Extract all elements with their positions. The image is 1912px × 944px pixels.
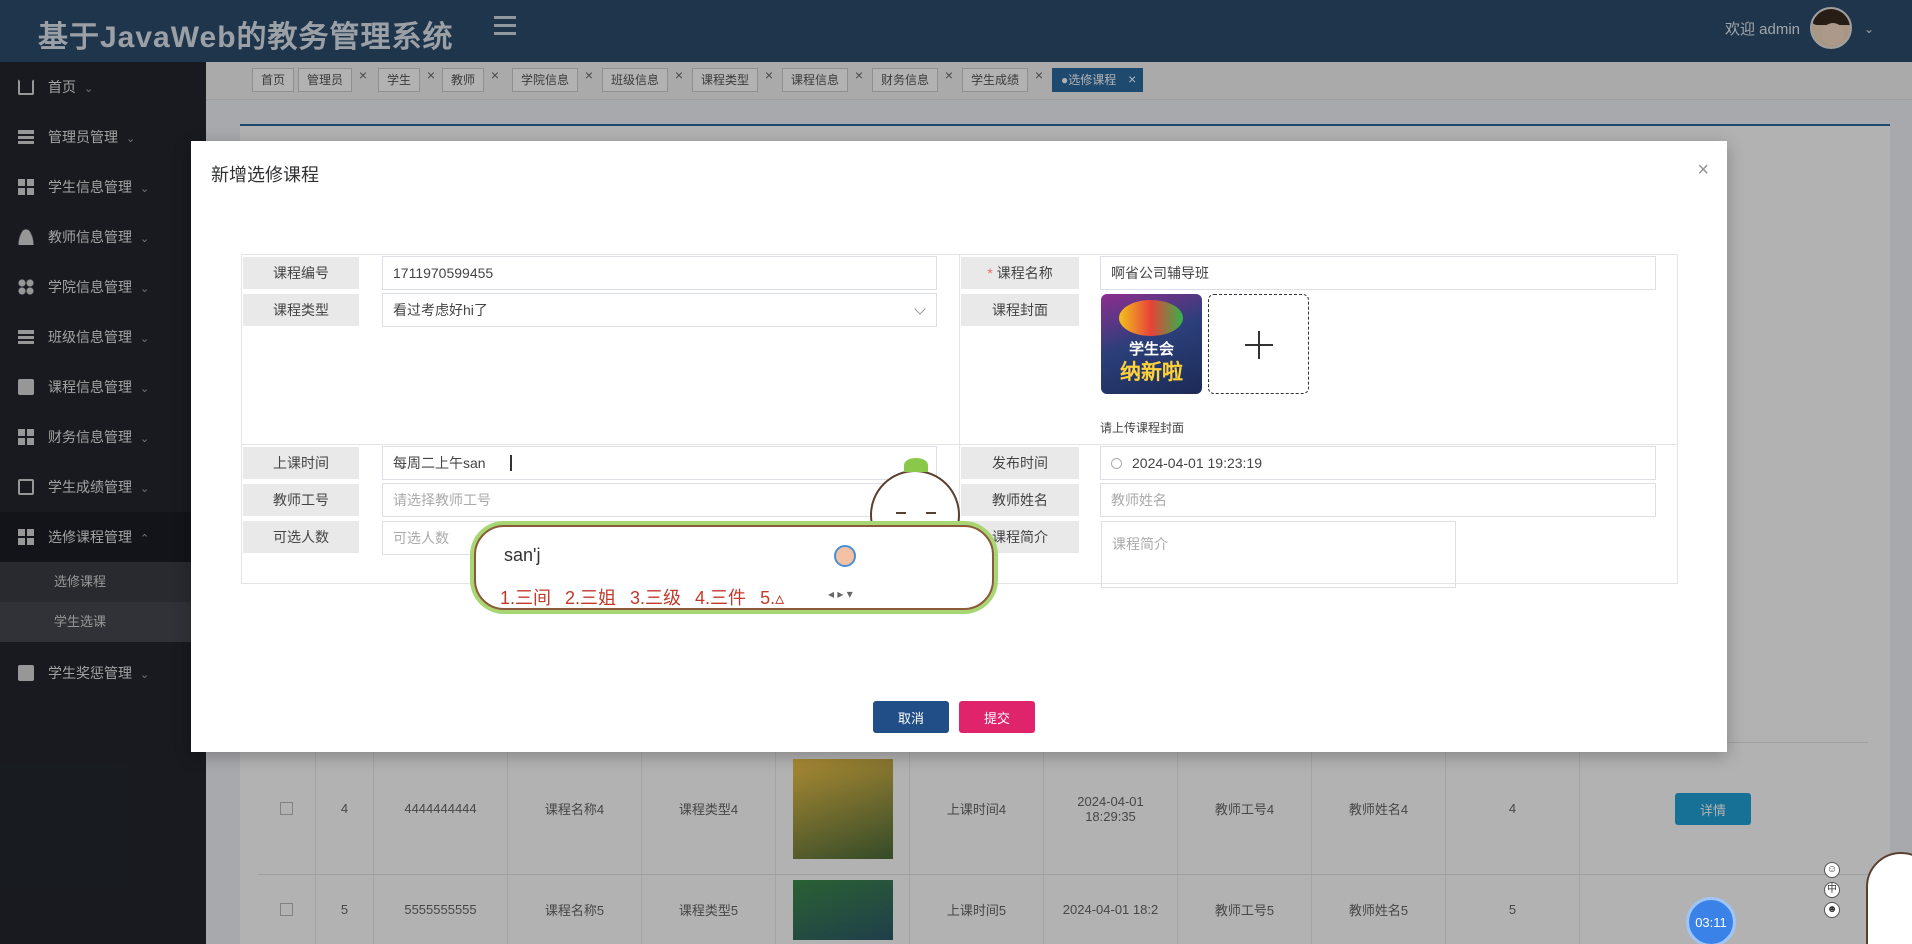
course-type-select[interactable]: 看过考虑好hi了: [382, 293, 937, 327]
teacher-no-select[interactable]: 请选择教师工号: [382, 483, 937, 517]
class-time-input[interactable]: 每周二上午san: [382, 446, 937, 480]
class-time-label: 上课时间: [243, 447, 359, 479]
capacity-label: 可选人数: [243, 521, 359, 553]
close-icon[interactable]: ×: [1697, 159, 1709, 182]
ime-page-arrows-icon[interactable]: ◂ ▸ ▾: [828, 587, 853, 601]
dialog-title: 新增选修课程: [211, 165, 319, 185]
ime-candidate[interactable]: 3.三级: [630, 588, 681, 608]
ime-logo-icon[interactable]: [834, 545, 856, 567]
course-cover-label: 课程封面: [961, 294, 1079, 326]
ime-candidate[interactable]: 2.三姐: [565, 588, 616, 608]
ime-candidates: 1.三间 2.三姐 3.三级 4.三件 5.▵: [500, 584, 798, 610]
cover-hint: 请上传课程封面: [1100, 421, 1185, 435]
teacher-name-label: 教师姓名: [961, 484, 1079, 516]
intro-textarea[interactable]: 课程简介: [1101, 521, 1456, 588]
course-code-label: 课程编号: [243, 257, 359, 289]
clock-icon: [1111, 457, 1122, 469]
tool-icon[interactable]: 中: [1824, 882, 1840, 898]
tool-icon[interactable]: ☻: [1824, 902, 1840, 918]
cover-text: 纳新啦: [1120, 361, 1183, 384]
course-name-input[interactable]: 啊省公司辅导班: [1100, 256, 1656, 290]
ime-composition: san'j: [504, 545, 541, 565]
ime-candidate[interactable]: 4.三件: [695, 588, 746, 608]
cover-decoration: [1119, 300, 1183, 336]
corner-mascot-icon: [1866, 852, 1912, 944]
tool-icon[interactable]: ☺: [1824, 862, 1840, 878]
form-row-line: [959, 444, 1677, 445]
chevron-down-icon: [914, 303, 926, 315]
ime-candidate[interactable]: 1.三间: [500, 588, 551, 608]
upload-cover-button[interactable]: [1208, 294, 1309, 394]
timer-badge[interactable]: 03:11: [1686, 897, 1736, 944]
floating-tools: ☺ 中 ☻: [1824, 862, 1840, 922]
form-row-line: [241, 444, 959, 445]
ime-candidate[interactable]: 5.▵: [760, 588, 784, 608]
plus-icon: [1258, 331, 1260, 359]
publish-time-label: 发布时间: [961, 447, 1079, 479]
publish-time-input[interactable]: 2024-04-01 19:23:19: [1100, 446, 1656, 480]
text-cursor-icon: [510, 455, 512, 471]
teacher-name-input[interactable]: 教师姓名: [1100, 483, 1656, 517]
course-type-value: 看过考虑好hi了: [393, 302, 488, 318]
submit-button[interactable]: 提交: [959, 701, 1035, 733]
course-code-input[interactable]: 1711970599455: [382, 256, 937, 290]
course-type-label: 课程类型: [243, 294, 359, 326]
teacher-no-label: 教师工号: [243, 484, 359, 516]
publish-time-value: 2024-04-01 19:23:19: [1132, 455, 1262, 471]
course-name-label: * 课程名称: [961, 257, 1079, 289]
course-cover-image[interactable]: 学生会 纳新啦: [1101, 294, 1202, 394]
cancel-button[interactable]: 取消: [873, 701, 949, 733]
ime-candidate-popup: san'j 1.三间 2.三姐 3.三级 4.三件 5.▵ ◂ ▸ ▾: [474, 525, 994, 610]
